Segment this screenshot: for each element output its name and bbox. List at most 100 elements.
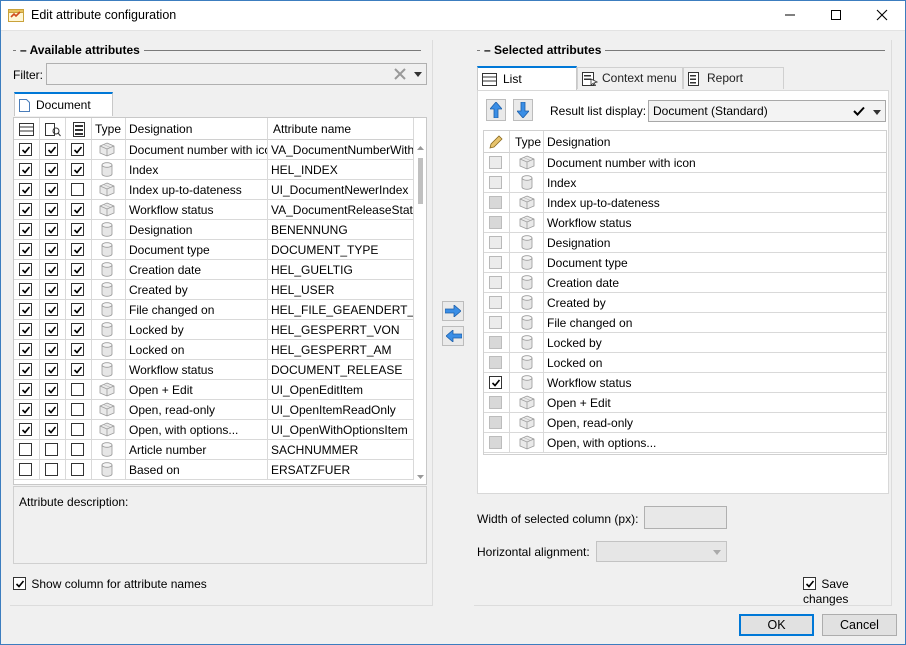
row-checkbox[interactable]: [71, 363, 84, 376]
clear-filter-icon[interactable]: [394, 68, 406, 80]
row-checkbox[interactable]: [71, 323, 84, 336]
table-row[interactable]: Creation date HEL_GUELTIG: [14, 260, 414, 280]
cancel-button[interactable]: Cancel: [822, 614, 897, 636]
row-checkbox[interactable]: [19, 363, 32, 376]
filter-input[interactable]: [46, 63, 427, 85]
table-row[interactable]: Locked on HEL_GESPERRT_AM: [14, 340, 414, 360]
row-checkbox[interactable]: [489, 376, 502, 389]
row-checkbox[interactable]: [71, 183, 84, 196]
row-checkbox[interactable]: [71, 223, 84, 236]
row-checkbox[interactable]: [19, 243, 32, 256]
row-checkbox[interactable]: [71, 403, 84, 416]
result-list-select[interactable]: Document (Standard): [648, 100, 886, 122]
header-col-edit[interactable]: [484, 131, 510, 153]
row-checkbox[interactable]: [489, 436, 502, 449]
row-checkbox[interactable]: [45, 163, 58, 176]
row-checkbox[interactable]: [45, 463, 58, 476]
row-checkbox[interactable]: [19, 143, 32, 156]
show-column-checkbox[interactable]: [13, 577, 26, 591]
table-row[interactable]: Document number with icon: [484, 153, 886, 173]
table-row[interactable]: Document type DOCUMENT_TYPE: [14, 240, 414, 260]
row-checkbox[interactable]: [45, 243, 58, 256]
row-checkbox[interactable]: [71, 343, 84, 356]
row-checkbox[interactable]: [489, 336, 502, 349]
row-checkbox[interactable]: [489, 316, 502, 329]
row-checkbox[interactable]: [71, 243, 84, 256]
row-checkbox[interactable]: [489, 356, 502, 369]
header-designation[interactable]: Designation: [544, 131, 886, 153]
row-checkbox[interactable]: [489, 416, 502, 429]
row-checkbox[interactable]: [45, 443, 58, 456]
row-checkbox[interactable]: [45, 343, 58, 356]
table-row[interactable]: Created by HEL_USER: [14, 280, 414, 300]
row-checkbox[interactable]: [45, 263, 58, 276]
column-width-input[interactable]: [644, 506, 727, 529]
row-checkbox[interactable]: [45, 403, 58, 416]
row-checkbox[interactable]: [45, 143, 58, 156]
row-checkbox[interactable]: [19, 283, 32, 296]
row-checkbox[interactable]: [19, 443, 32, 456]
tab-list[interactable]: List: [477, 66, 577, 90]
move-down-button[interactable]: [513, 99, 533, 121]
ok-button[interactable]: OK: [739, 614, 814, 636]
save-changes-option[interactable]: Save changes: [803, 576, 891, 606]
table-row[interactable]: Open + Edit: [484, 393, 886, 413]
row-checkbox[interactable]: [19, 383, 32, 396]
header-col-properties[interactable]: [66, 118, 92, 140]
alignment-select[interactable]: [596, 541, 727, 562]
table-row[interactable]: Index: [484, 173, 886, 193]
header-col-visible[interactable]: [14, 118, 40, 140]
table-row[interactable]: Document number with icon VA_DocumentNumb…: [14, 140, 414, 160]
table-row[interactable]: Open, with options... UI_OpenWithOptionsI…: [14, 420, 414, 440]
scroll-down-icon[interactable]: [417, 475, 424, 479]
table-row[interactable]: File changed onHEL_FILE_GEAENDERT_DATUM: [14, 300, 414, 320]
table-row[interactable]: File changed on: [484, 313, 886, 333]
row-checkbox[interactable]: [45, 423, 58, 436]
row-checkbox[interactable]: [71, 303, 84, 316]
row-checkbox[interactable]: [489, 236, 502, 249]
row-checkbox[interactable]: [489, 296, 502, 309]
table-row[interactable]: Open, with options...: [484, 433, 886, 453]
row-checkbox[interactable]: [71, 143, 84, 156]
row-checkbox[interactable]: [71, 203, 84, 216]
table-row[interactable]: Index up-to-dateness UI_DocumentNewerInde…: [14, 180, 414, 200]
row-checkbox[interactable]: [19, 323, 32, 336]
row-checkbox[interactable]: [45, 283, 58, 296]
show-column-option[interactable]: Show column for attribute names: [13, 576, 207, 591]
row-checkbox[interactable]: [489, 396, 502, 409]
table-row[interactable]: Index up-to-dateness: [484, 193, 886, 213]
row-checkbox[interactable]: [489, 276, 502, 289]
table-row[interactable]: Locked by: [484, 333, 886, 353]
row-checkbox[interactable]: [71, 463, 84, 476]
header-col-search[interactable]: [40, 118, 66, 140]
scroll-up-icon[interactable]: [417, 146, 424, 150]
row-checkbox[interactable]: [489, 156, 502, 169]
table-row[interactable]: Workflow status DOCUMENT_RELEASE: [14, 360, 414, 380]
table-row[interactable]: Creation date: [484, 273, 886, 293]
row-checkbox[interactable]: [45, 303, 58, 316]
row-checkbox[interactable]: [71, 383, 84, 396]
row-checkbox[interactable]: [45, 223, 58, 236]
row-checkbox[interactable]: [71, 423, 84, 436]
row-checkbox[interactable]: [19, 403, 32, 416]
header-type[interactable]: Type: [510, 131, 544, 153]
row-checkbox[interactable]: [489, 196, 502, 209]
row-checkbox[interactable]: [19, 183, 32, 196]
row-checkbox[interactable]: [19, 163, 32, 176]
row-checkbox[interactable]: [45, 323, 58, 336]
row-checkbox[interactable]: [489, 216, 502, 229]
row-checkbox[interactable]: [19, 463, 32, 476]
row-checkbox[interactable]: [19, 343, 32, 356]
tab-document[interactable]: Document: [14, 92, 113, 116]
table-row[interactable]: Locked by HEL_GESPERRT_VON: [14, 320, 414, 340]
table-row[interactable]: Open + Edit UI_OpenEditItem: [14, 380, 414, 400]
table-row[interactable]: Designation: [484, 233, 886, 253]
row-checkbox[interactable]: [19, 203, 32, 216]
remove-attribute-button[interactable]: [442, 326, 464, 346]
table-row[interactable]: Workflow status: [484, 213, 886, 233]
chevron-down-icon[interactable]: [414, 72, 422, 77]
header-designation[interactable]: Designation: [126, 118, 268, 140]
row-checkbox[interactable]: [489, 256, 502, 269]
row-checkbox[interactable]: [19, 263, 32, 276]
table-row[interactable]: Workflow status VA_DocumentReleaseStatus: [14, 200, 414, 220]
